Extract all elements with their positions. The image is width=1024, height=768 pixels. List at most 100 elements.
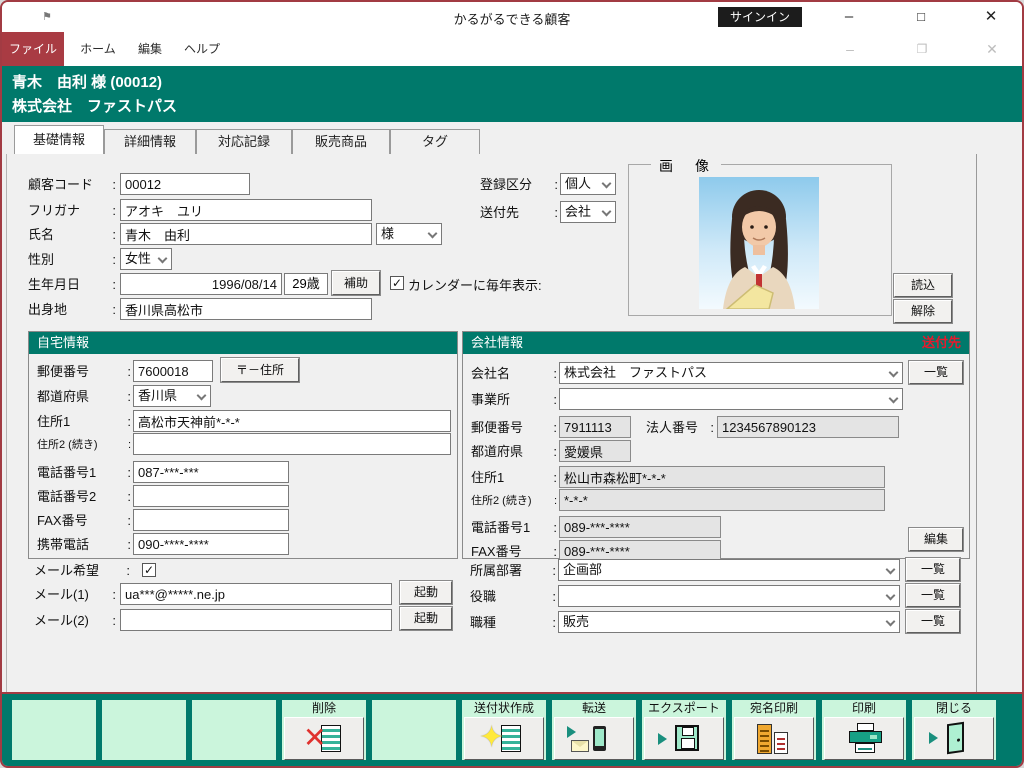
registration-select[interactable]: 個人 (560, 173, 616, 195)
export-icon (645, 718, 723, 759)
photo-illustration (699, 177, 819, 309)
menu-home[interactable]: ホーム (74, 32, 122, 66)
menu-bar: ファイル ホーム 編集 ヘルプ – ❐ ✕ (2, 32, 1022, 66)
position-select[interactable] (558, 585, 900, 607)
image-legend: 画 像 (651, 156, 721, 176)
postal-to-address-button[interactable]: 〒－住所 (221, 358, 299, 382)
basic-info-page: 顧客コード フリガナ 氏名 様 性別 女性 生年月日 29歳 補助 カレンダーに… (2, 154, 1022, 694)
birthdate-label: 生年月日 (28, 274, 116, 296)
company-addr1-input (559, 466, 885, 488)
address-print-button[interactable] (734, 717, 814, 760)
honorific-select[interactable]: 様 (376, 223, 442, 245)
mail1-label: メール(1) (34, 584, 116, 606)
office-select[interactable] (559, 388, 903, 410)
chevron-down-icon (197, 391, 207, 401)
export-slot: エクスポート (642, 700, 726, 760)
tab-basic-info[interactable]: 基礎情報 (14, 125, 104, 154)
menu-file[interactable]: ファイル (2, 32, 64, 66)
signin-button[interactable]: サインイン (718, 7, 802, 27)
tab-strip: 基礎情報 詳細情報 対応記録 販売商品 タグ (2, 122, 1022, 154)
home-pref-select[interactable]: 香川県 (133, 385, 211, 407)
app-window: ⚑ かるがるできる顧客 サインイン – □ ✕ ファイル ホーム 編集 ヘルプ … (0, 0, 1024, 768)
home-pref-label: 都道府県 (37, 386, 131, 408)
home-info-header: 自宅情報 (29, 332, 457, 354)
calendar-checkbox[interactable] (390, 276, 404, 290)
birthdate-input[interactable] (120, 273, 282, 295)
restore-icon-disabled: ❐ (902, 37, 942, 61)
mail-wish-checkbox[interactable] (142, 563, 156, 577)
chevron-down-icon (428, 229, 438, 239)
home-fax-input[interactable] (133, 509, 289, 531)
home-addr1-input[interactable] (133, 410, 451, 432)
company-info-title: 会社情報 (471, 335, 523, 350)
image-groupbox: 画 像 (628, 164, 892, 316)
jobtype-list-button[interactable]: 一覧 (906, 610, 960, 633)
tab-sales-items[interactable]: 販売商品 (292, 129, 390, 154)
company-edit-button[interactable]: 編集 (909, 528, 963, 551)
minimize-icon-disabled: – (830, 37, 870, 61)
coverletter-slot: 送付状作成 ✦ (462, 700, 546, 760)
print-button[interactable] (824, 717, 904, 760)
mail1-input[interactable] (120, 583, 392, 605)
customer-code-input[interactable] (120, 173, 250, 195)
furigana-input[interactable] (120, 199, 372, 221)
tab-tags[interactable]: タグ (390, 129, 480, 154)
calendar-checkbox-label: カレンダーに毎年表示 (408, 275, 542, 297)
furigana-label: フリガナ (28, 200, 116, 222)
export-button[interactable] (644, 717, 724, 760)
company-postal-label: 郵便番号 (471, 417, 557, 439)
toolbar-slot-empty (192, 700, 276, 760)
dept-list-button[interactable]: 一覧 (906, 558, 960, 581)
export-label: エクスポート (642, 700, 726, 717)
forward-icon (555, 718, 633, 759)
mail1-launch-button[interactable]: 起動 (400, 581, 452, 604)
home-mobile-input[interactable] (133, 533, 289, 555)
chevron-down-icon (886, 617, 896, 627)
home-postal-label: 郵便番号 (37, 361, 131, 383)
delete-label: 削除 (282, 700, 366, 717)
tab-detail-info[interactable]: 詳細情報 (104, 129, 196, 154)
jobtype-value: 販売 (563, 614, 589, 629)
office-label: 事業所 (471, 389, 557, 411)
forward-button[interactable] (554, 717, 634, 760)
home-tel2-input[interactable] (133, 485, 289, 507)
home-tel1-input[interactable] (133, 461, 289, 483)
home-postal-input[interactable] (133, 360, 213, 382)
coverletter-button[interactable]: ✦ (464, 717, 544, 760)
birthplace-input[interactable] (120, 298, 372, 320)
age-box: 29歳 (284, 273, 328, 295)
delete-button[interactable]: ✕ (284, 717, 364, 760)
menu-help[interactable]: ヘルプ (180, 32, 224, 66)
delete-icon: ✕ (285, 718, 363, 759)
image-clear-button[interactable]: 解除 (894, 300, 952, 323)
image-load-button[interactable]: 読込 (894, 274, 952, 297)
company-list-button[interactable]: 一覧 (909, 361, 963, 384)
close-slot: 閉じる (912, 700, 996, 760)
forward-label: 転送 (552, 700, 636, 717)
assist-button[interactable]: 補助 (332, 271, 380, 295)
menu-edit[interactable]: 編集 (130, 32, 170, 66)
close-window-button[interactable] (914, 717, 994, 760)
print-slot: 印刷 (822, 700, 906, 760)
minimize-button[interactable]: – (826, 5, 872, 29)
jobtype-select[interactable]: 販売 (558, 611, 900, 633)
chevron-down-icon (886, 591, 896, 601)
dept-select[interactable]: 企画部 (558, 559, 900, 581)
bottom-toolbar: 削除 ✕ 送付状作成 ✦ 転送 エクスポート 宛名印刷 (2, 692, 1022, 766)
close-button[interactable]: ✕ (968, 5, 1014, 29)
dept-label: 所属部署 (470, 560, 556, 582)
print-icon (825, 718, 903, 759)
name-input[interactable] (120, 223, 372, 245)
home-addr2-input[interactable] (133, 433, 451, 455)
sendto-select[interactable]: 会社 (560, 201, 616, 223)
position-list-button[interactable]: 一覧 (906, 584, 960, 607)
close-icon-disabled: ✕ (972, 37, 1012, 61)
mail2-launch-button[interactable]: 起動 (400, 607, 452, 630)
maximize-button[interactable]: □ (898, 5, 944, 29)
company-name-select[interactable]: 株式会社 ファストパス (559, 362, 903, 384)
delete-slot: 削除 ✕ (282, 700, 366, 760)
gender-select[interactable]: 女性 (120, 248, 172, 270)
tab-contact-log[interactable]: 対応記録 (196, 129, 292, 154)
toolbar-slot-empty (102, 700, 186, 760)
mail2-input[interactable] (120, 609, 392, 631)
